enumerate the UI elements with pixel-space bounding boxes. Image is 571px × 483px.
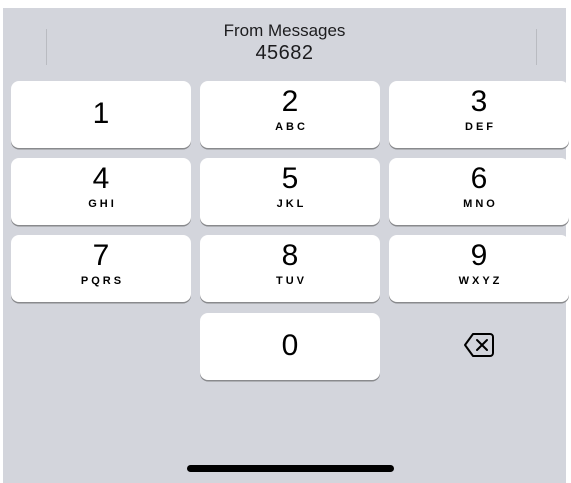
key-6[interactable]: 6 MNO — [389, 158, 569, 225]
key-1[interactable]: 1 — [11, 81, 191, 148]
suggestion-code: 45682 — [255, 42, 314, 64]
key-letters: DEF — [465, 121, 496, 133]
key-digit: 9 — [470, 239, 488, 272]
key-digit: 8 — [281, 239, 299, 272]
key-digit: 2 — [281, 85, 299, 118]
key-letters: MNO — [463, 198, 498, 210]
otp-suggestion-button[interactable]: From Messages 45682 — [173, 21, 396, 65]
key-digit: 7 — [92, 239, 110, 272]
suggestion-divider-right — [536, 29, 537, 65]
key-letters: GHI — [88, 198, 117, 210]
key-4[interactable]: 4 GHI — [11, 158, 191, 225]
key-letters: JKL — [276, 198, 307, 210]
key-2[interactable]: 2 ABC — [200, 81, 380, 148]
key-digit: 6 — [470, 162, 488, 195]
suggestion-divider-left — [46, 29, 47, 65]
key-digit: 3 — [470, 85, 488, 118]
key-9[interactable]: 9 WXYZ — [389, 235, 569, 302]
key-letters: PQRS — [80, 275, 125, 287]
key-digit: 5 — [281, 162, 299, 195]
key-letters: WXYZ — [458, 275, 503, 287]
suggestion-source-label: From Messages — [223, 21, 346, 40]
key-digit: 0 — [281, 329, 299, 362]
numeric-keypad: From Messages 45682 1 2 ABC 3 DEF 4 GHI … — [3, 8, 569, 483]
backspace-icon — [464, 333, 494, 357]
delete-button[interactable] — [389, 313, 569, 380]
key-letters: ABC — [275, 121, 308, 133]
key-0[interactable]: 0 — [200, 313, 380, 380]
key-digit: 4 — [92, 162, 110, 195]
key-5[interactable]: 5 JKL — [200, 158, 380, 225]
autofill-suggestion-bar: From Messages 45682 — [3, 8, 566, 76]
key-digit: 1 — [92, 97, 110, 130]
key-7[interactable]: 7 PQRS — [11, 235, 191, 302]
key-3[interactable]: 3 DEF — [389, 81, 569, 148]
key-8[interactable]: 8 TUV — [200, 235, 380, 302]
home-indicator[interactable] — [187, 465, 394, 472]
key-letters: TUV — [276, 275, 307, 287]
